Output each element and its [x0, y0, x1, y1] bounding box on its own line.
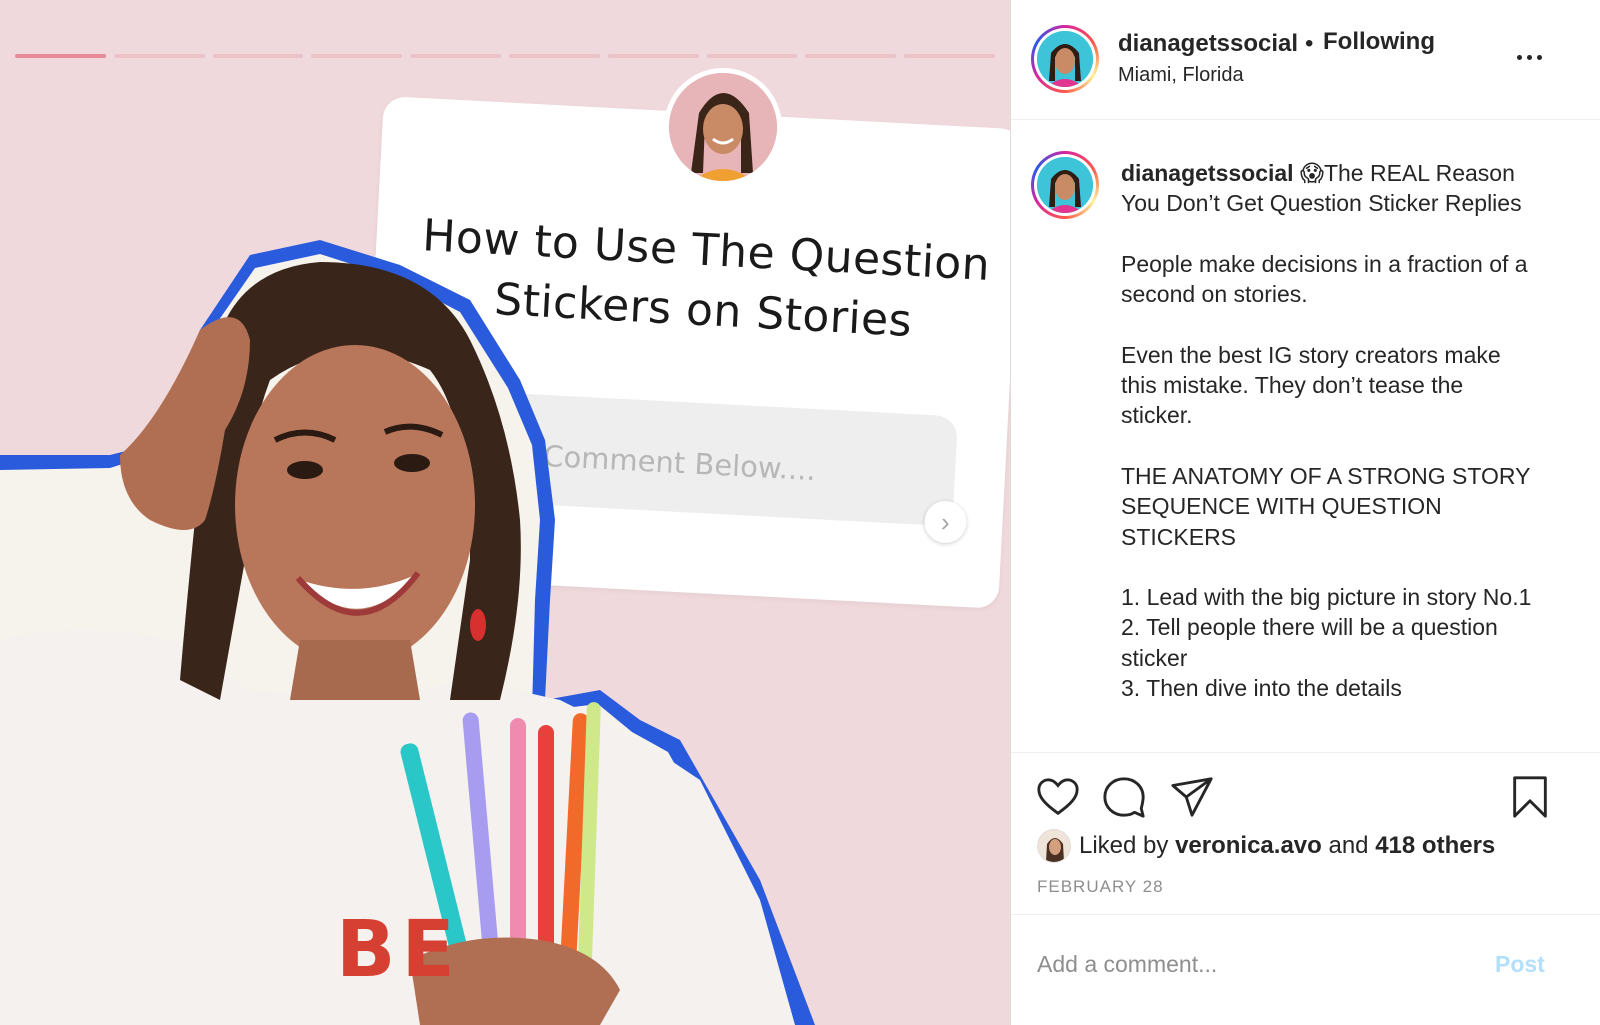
- heart-icon[interactable]: [1035, 774, 1081, 820]
- post-media[interactable]: How to Use The Question Stickers on Stor…: [0, 0, 1010, 1025]
- likes-and: and: [1328, 832, 1369, 859]
- likes-summary: Liked by veronica.avo and 418 others: [1037, 828, 1495, 864]
- person-photo: [0, 240, 815, 1025]
- profile-avatar[interactable]: [1031, 25, 1099, 93]
- caption-username[interactable]: dianagetssocial: [1121, 160, 1294, 186]
- likes-prefix: Liked by: [1079, 832, 1169, 859]
- paper-plane-icon[interactable]: [1169, 774, 1215, 820]
- likes-others-link[interactable]: 418 others: [1375, 832, 1495, 860]
- post-date[interactable]: FEBRUARY 28: [1037, 877, 1164, 897]
- shirt-letters: BE: [336, 905, 461, 995]
- scream-emoji: 😱: [1299, 160, 1324, 186]
- header-location[interactable]: Miami, Florida: [1118, 64, 1244, 87]
- bookmark-icon[interactable]: [1507, 774, 1553, 820]
- post-header: dianagetssocial • Following Miami, Flori…: [1011, 0, 1600, 120]
- liker-username[interactable]: veronica.avo: [1175, 832, 1322, 860]
- comment-input[interactable]: [1037, 951, 1477, 978]
- header-username[interactable]: dianagetssocial: [1118, 30, 1298, 58]
- caption-text: dianagetssocial 😱The REAL Reason You Don…: [1121, 158, 1541, 703]
- following-button[interactable]: Following: [1323, 28, 1435, 56]
- post-comment-button[interactable]: Post: [1495, 951, 1545, 978]
- post-panel: dianagetssocial • Following Miami, Flori…: [1010, 0, 1600, 1025]
- caption-avatar[interactable]: [1031, 151, 1099, 219]
- comment-bar: Post: [1011, 914, 1600, 1025]
- caption-body: The REAL Reason You Don’t Get Question S…: [1121, 160, 1532, 702]
- avatar-photo: [1037, 31, 1093, 87]
- caption-scroll-area[interactable]: dianagetssocial 😱The REAL Reason You Don…: [1011, 121, 1600, 753]
- header-separator: •: [1305, 30, 1314, 57]
- action-bar: [1011, 768, 1600, 828]
- liker-avatar[interactable]: [1037, 829, 1071, 863]
- more-horizontal-icon[interactable]: [1517, 45, 1549, 69]
- comment-bubble-icon[interactable]: [1101, 774, 1147, 820]
- avatar-photo: [1037, 157, 1093, 213]
